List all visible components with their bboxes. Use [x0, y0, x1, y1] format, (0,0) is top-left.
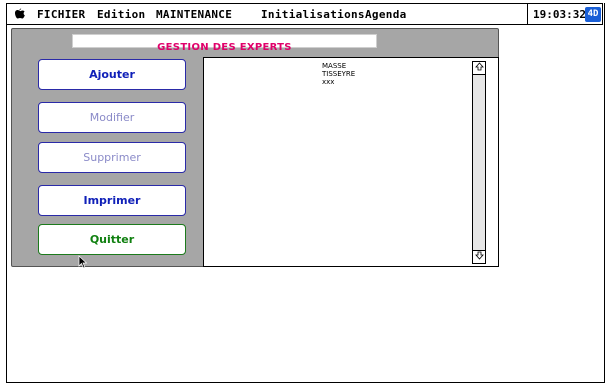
print-button[interactable]: Imprimer [38, 185, 186, 216]
dialog-title-box: GESTION DES EXPERTS [72, 34, 377, 53]
menu-initialisations[interactable]: Initialisations [261, 8, 365, 21]
quit-button[interactable]: Quitter [38, 224, 186, 255]
clock: 19:03:32 [533, 8, 586, 21]
menu-fichier[interactable]: FICHIER [37, 8, 85, 21]
list-item[interactable]: TISSEYRE [322, 70, 355, 78]
app-4d-icon[interactable]: 4D [585, 7, 601, 22]
menu-bar: FICHIER Edition MAINTENANCE Initialisati… [6, 3, 603, 25]
scroll-up-icon[interactable] [473, 62, 485, 75]
apple-icon[interactable] [15, 8, 25, 22]
add-button[interactable]: Ajouter [38, 59, 186, 90]
menu-agenda[interactable]: Agenda [365, 8, 407, 21]
gestion-experts-dialog: GESTION DES EXPERTS Ajouter Modifier Sup… [11, 28, 499, 267]
experts-list[interactable]: MASSE TISSEYRE xxx [203, 57, 499, 267]
menubar-divider [527, 4, 528, 24]
menu-maintenance[interactable]: MAINTENANCE [156, 8, 232, 21]
modify-button[interactable]: Modifier [38, 102, 186, 133]
delete-button[interactable]: Supprimer [38, 142, 186, 173]
dialog-title: GESTION DES EXPERTS [157, 42, 292, 53]
scroll-down-icon[interactable] [473, 250, 485, 263]
menu-edition[interactable]: Edition [97, 8, 145, 21]
experts-list-items: MASSE TISSEYRE xxx [322, 62, 355, 86]
list-item[interactable]: xxx [322, 78, 355, 86]
list-scrollbar[interactable] [472, 61, 486, 264]
list-item[interactable]: MASSE [322, 62, 355, 70]
